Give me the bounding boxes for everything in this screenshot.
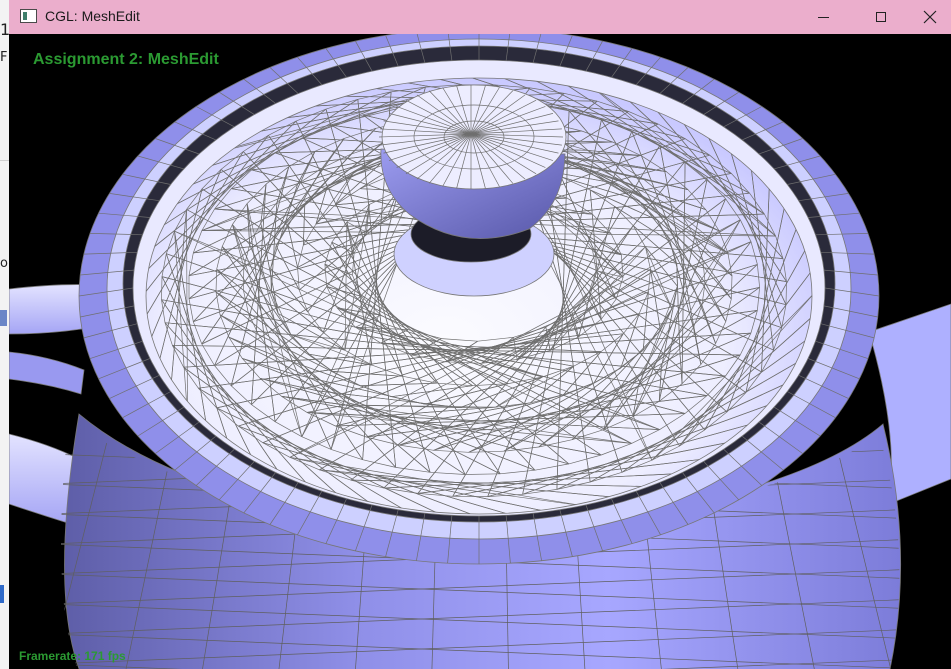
app-icon xyxy=(20,9,37,23)
hud-title: Assignment 2: MeshEdit xyxy=(33,51,219,68)
minimize-button[interactable] xyxy=(794,0,852,34)
framerate-readout: Framerate: 171 fps xyxy=(19,649,126,663)
background-icon xyxy=(0,310,7,326)
close-icon xyxy=(923,10,937,24)
background-divider xyxy=(0,160,9,161)
teapot-mesh[interactable] xyxy=(9,34,951,669)
meshedit-window: CGL: MeshEdit Assignment 2: MeshEdit Fra… xyxy=(9,0,951,669)
close-button[interactable] xyxy=(909,0,951,34)
mesh-viewport[interactable]: Assignment 2: MeshEdit Framerate: 171 fp… xyxy=(9,34,951,669)
background-icon xyxy=(0,585,4,603)
background-text: 1 xyxy=(0,20,9,39)
window-title: CGL: MeshEdit xyxy=(45,8,140,24)
background-text: F xyxy=(0,50,8,65)
maximize-icon xyxy=(876,12,886,22)
title-bar[interactable]: CGL: MeshEdit xyxy=(9,0,951,34)
minimize-icon xyxy=(817,16,829,18)
background-text: o xyxy=(0,256,8,271)
maximize-button[interactable] xyxy=(852,0,910,34)
background-window: 1 F o xyxy=(0,0,9,669)
